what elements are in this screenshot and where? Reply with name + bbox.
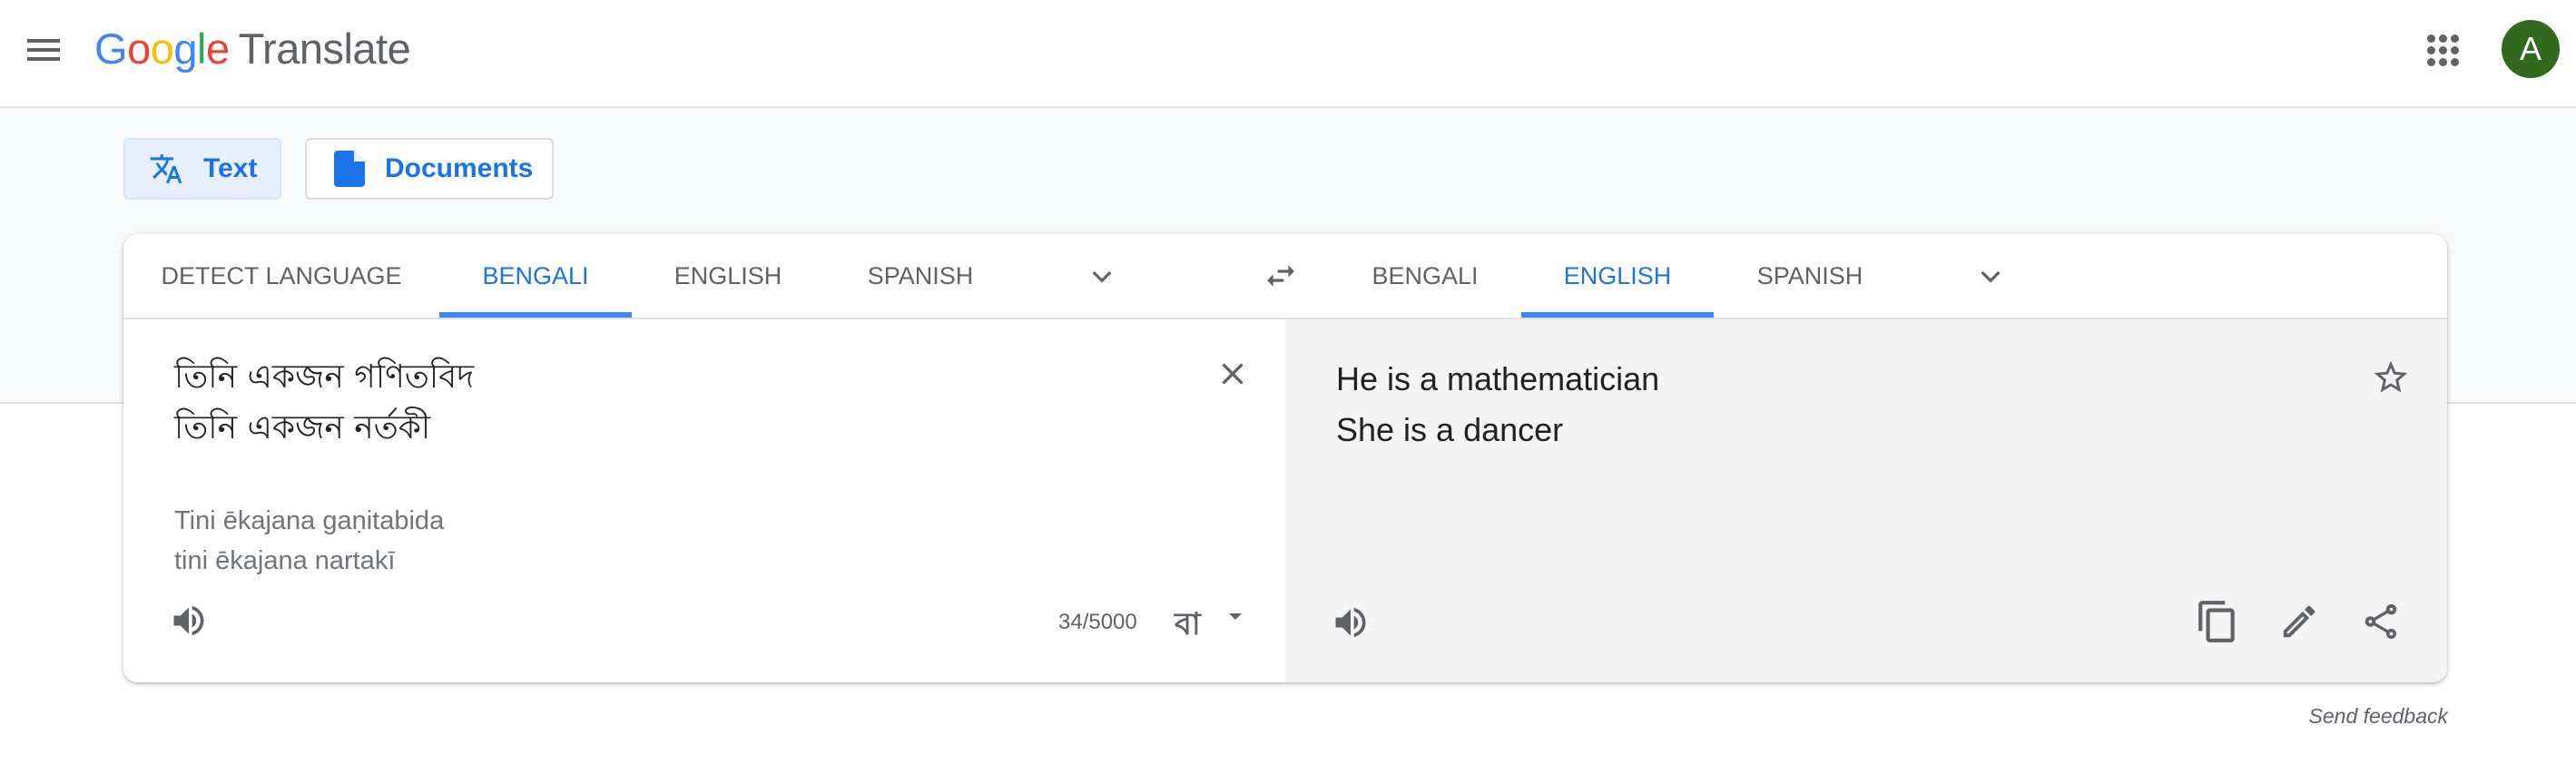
tab-source-bengali[interactable]: BENGALI: [439, 234, 632, 318]
source-text-input[interactable]: তিনি একজন গণিতবিদ তিনি একজন নর্তকী: [174, 352, 474, 454]
transliteration-line: Tini ēkajana gaṇitabida: [174, 506, 445, 535]
text-mode-button[interactable]: Text: [123, 138, 281, 200]
translation-output: He is a mathematician She is a dancer: [1336, 354, 1659, 456]
account-avatar[interactable]: A: [2502, 20, 2560, 78]
target-pane: He is a mathematician She is a dancer: [1285, 319, 2447, 682]
translation-card: DETECT LANGUAGE BENGALI ENGLISH SPANISH …: [123, 234, 2447, 682]
document-icon: [334, 151, 365, 187]
target-language-more-chevron-down-icon[interactable]: [1976, 261, 2005, 290]
translate-icon: [150, 154, 182, 183]
save-translation-star-icon[interactable]: [2371, 358, 2411, 397]
language-tab-row: DETECT LANGUAGE BENGALI ENGLISH SPANISH …: [123, 234, 2447, 319]
listen-translation-speaker-icon[interactable]: [1331, 603, 1371, 642]
input-tools-button[interactable]: বা: [1175, 601, 1201, 652]
tab-source-detect-language[interactable]: DETECT LANGUAGE: [123, 234, 439, 318]
share-translation-icon[interactable]: [2360, 601, 2402, 642]
tab-source-english[interactable]: ENGLISH: [632, 234, 824, 318]
logo-letter: G: [94, 24, 128, 73]
apps-grid-icon[interactable]: [2425, 33, 2462, 69]
clear-source-text-close-icon[interactable]: [1214, 356, 1251, 392]
tab-target-english[interactable]: ENGLISH: [1521, 234, 1714, 318]
product-name: Translate: [238, 24, 411, 73]
logo-letter: e: [205, 24, 230, 73]
copy-translation-icon[interactable]: [2195, 599, 2240, 644]
character-count: 34/5000: [1058, 610, 1137, 634]
source-text-line: তিনি একজন নর্তকী: [174, 409, 431, 446]
source-text-line: তিনি একজন গণিতবিদ: [174, 358, 475, 396]
logo-letter: g: [173, 24, 197, 73]
logo-letter: l: [196, 24, 206, 73]
transliteration: Tini ēkajana gaṇitabida tini ēkajana nar…: [174, 501, 444, 581]
translation-line: He is a mathematician: [1336, 360, 1660, 397]
translation-line: She is a dancer: [1336, 411, 1564, 448]
send-feedback-link[interactable]: Send feedback: [2309, 704, 2448, 729]
edit-translation-pencil-icon[interactable]: [2278, 601, 2320, 642]
logo-letter: o: [127, 24, 151, 73]
documents-mode-label: Documents: [385, 153, 534, 183]
input-tools-caret-down-icon[interactable]: [1229, 613, 1242, 620]
transliteration-line: tini ēkajana nartakī: [174, 546, 396, 575]
tab-target-spanish[interactable]: SPANISH: [1714, 234, 1906, 318]
listen-source-speaker-icon[interactable]: [169, 601, 209, 641]
tab-source-spanish[interactable]: SPANISH: [824, 234, 1017, 318]
text-mode-label: Text: [203, 153, 258, 183]
source-pane: তিনি একজন গণিতবিদ তিনি একজন নর্তকী Tini …: [123, 319, 1285, 682]
source-language-more-chevron-down-icon[interactable]: [1087, 261, 1116, 290]
hamburger-menu-icon[interactable]: [27, 36, 60, 64]
tab-target-bengali[interactable]: BENGALI: [1329, 234, 1521, 318]
logo-letter: o: [150, 24, 174, 73]
documents-mode-button[interactable]: Documents: [305, 138, 554, 200]
google-translate-logo[interactable]: Google Translate: [94, 22, 411, 76]
swap-languages-icon[interactable]: [1262, 258, 1300, 294]
top-app-bar: Google Translate A: [0, 0, 2576, 108]
